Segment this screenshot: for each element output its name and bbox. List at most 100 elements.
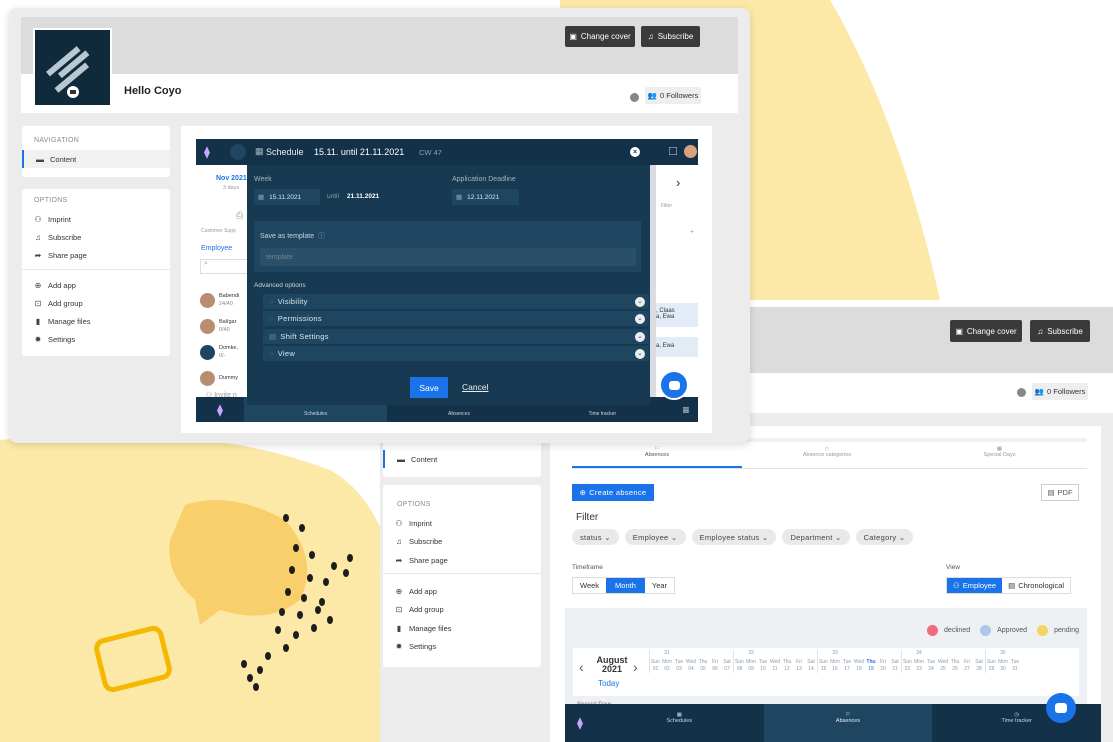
cancel-button[interactable]: Cancel [462, 382, 488, 392]
calendar-day[interactable]: Tue 17 [841, 650, 853, 673]
calendar-day[interactable]: Tue 24 [925, 650, 937, 673]
calendar-day[interactable]: 32 Mon 09 [745, 650, 757, 673]
page-avatar[interactable] [33, 28, 112, 107]
print-icon[interactable]: ⎙ [236, 210, 243, 221]
calendar-day[interactable]: Wed 25 [937, 650, 949, 673]
calendar-day[interactable]: Tue 10 [757, 650, 769, 673]
section-shift-settings[interactable]: ▤ Shift Settings ⌄ [263, 329, 649, 344]
calendar-day[interactable]: Sat 21 [889, 650, 901, 673]
front-opt-share[interactable]: ➦ Share page [22, 246, 87, 264]
week-number [673, 650, 685, 659]
back-subscribe-button[interactable]: ♫ Subscribe [1030, 320, 1090, 342]
calendar-day[interactable]: Sun 29 [985, 650, 997, 673]
view-chronological[interactable]: ▤ Chronological [1002, 578, 1070, 593]
front-opt-add-group[interactable]: ⊡ Add group [22, 294, 83, 312]
back-opt-settings[interactable]: ✹ Settings [383, 637, 436, 655]
gear-icon: ✹ [395, 641, 403, 651]
calendar-day[interactable]: Wed 11 [769, 650, 781, 673]
front-opt-add-app[interactable]: ⊕ Add app [22, 276, 76, 294]
day-number: 13 [796, 666, 802, 672]
calendar-day[interactable]: Sun 01 [649, 650, 661, 673]
tab-absences[interactable]: ⚐ Absences [572, 446, 742, 458]
calendar-day[interactable]: Sat 14 [805, 650, 817, 673]
week-number [781, 650, 793, 659]
week-input[interactable]: ▦ 15.11.2021 [254, 189, 320, 205]
calendar-day[interactable]: Fri 27 [961, 650, 973, 673]
front-subscribe-button[interactable]: ♫ Subscribe [641, 26, 700, 47]
user-avatar[interactable] [684, 145, 697, 158]
prev-month-icon[interactable]: ‹ [579, 659, 584, 675]
calendar-day[interactable]: Tue 31 [1009, 650, 1021, 673]
day-number: 12 [784, 666, 790, 672]
filter-category[interactable]: Category ⌄ [855, 529, 914, 545]
calendar-day[interactable]: Wed 04 [685, 650, 697, 673]
section-visibility[interactable]: ◌ Visibility ⌄ [263, 294, 649, 309]
back-opt-add-app[interactable]: ⊕ Add app [383, 582, 437, 600]
calendar-day[interactable]: Fri 06 [709, 650, 721, 673]
calendar-day[interactable]: Sat 28 [973, 650, 985, 673]
filter-employee[interactable]: Employee ⌄ [624, 529, 686, 545]
modal-close-icon[interactable]: × [630, 147, 640, 157]
calendar-day[interactable]: Thu 26 [949, 650, 961, 673]
template-input[interactable]: template [260, 248, 636, 266]
back-opt-manage-files[interactable]: ▮ Manage files [383, 619, 452, 637]
tab-special-days[interactable]: ▦ Special Days [912, 446, 1087, 458]
back-nav-content[interactable]: ▬ Content [383, 450, 541, 468]
back-chat-button[interactable] [1046, 693, 1076, 723]
section-permissions[interactable]: ◌ Permissions ⌄ [263, 311, 649, 326]
calendar-day[interactable]: 34 Mon 23 [913, 650, 925, 673]
back-opt-add-group[interactable]: ⊡ Add group [383, 600, 444, 618]
calendar-day[interactable]: Wed 18 [853, 650, 865, 673]
front-opt-manage-files[interactable]: ▮ Manage files [22, 312, 91, 330]
tab-absence-categories[interactable]: ◇ Absence categories [742, 446, 912, 458]
calendar-day[interactable]: Thu 12 [781, 650, 793, 673]
calendar-day[interactable]: Tue 03 [673, 650, 685, 673]
calendar-day[interactable]: Fri 20 [877, 650, 889, 673]
back-nav-schedules[interactable]: ▦ Schedules [595, 704, 764, 742]
search-icon[interactable] [230, 144, 246, 160]
next-month-icon[interactable]: › [633, 659, 638, 675]
front-chat-button[interactable] [659, 370, 689, 400]
back-nav-absences[interactable]: ⚐ Absences [763, 704, 933, 742]
view-employee[interactable]: ⚇ Employee [947, 578, 1003, 593]
filter-employee-status[interactable]: Employee status ⌄ [691, 529, 777, 545]
deadline-input[interactable]: ▦ 12.11.2021 [452, 189, 519, 205]
back-opt-share[interactable]: ➦ Share page [383, 551, 448, 569]
save-button[interactable]: Save [410, 377, 448, 398]
timeframe-week[interactable]: Week [573, 578, 606, 593]
front-change-cover-button[interactable]: ▣ Change cover [565, 26, 635, 47]
front-opt-settings[interactable]: ✹ Settings [22, 330, 75, 348]
front-followers-button[interactable]: 👥 0 Followers [645, 87, 701, 104]
calendar-day[interactable]: Thu 05 [697, 650, 709, 673]
pdf-button[interactable]: ▤ PDF [1041, 484, 1079, 501]
front-nav-content[interactable]: ▬ Content [22, 150, 170, 168]
calendar-day[interactable]: Fri 13 [793, 650, 805, 673]
back-opt-imprint[interactable]: ⚇ Imprint [383, 514, 432, 532]
timeframe-year[interactable]: Year [645, 578, 674, 593]
calendar-day[interactable]: Thu 19 [865, 650, 877, 673]
calendar-day[interactable]: 35 Mon 30 [997, 650, 1009, 673]
calendar-day[interactable]: Sun 08 [733, 650, 745, 673]
right-filter-label: Filter [661, 203, 673, 209]
calendar-day[interactable]: 33 Mon 16 [829, 650, 841, 673]
front-opt-imprint[interactable]: ⚇ Imprint [22, 210, 71, 228]
calendar-day[interactable]: 31 Mon 02 [661, 650, 673, 673]
timeframe-month[interactable]: Month [606, 578, 645, 593]
create-absence-button[interactable]: ⊕ Create absence [572, 484, 654, 501]
back-opt-subscribe[interactable]: ♫ Subscribe [383, 532, 442, 550]
bell-icon: ♫ [647, 32, 654, 41]
hamburger-menu-icon[interactable]: ≡ [674, 397, 698, 422]
filter-status[interactable]: status ⌄ [572, 529, 619, 545]
right-plus-icon[interactable]: + [690, 229, 694, 236]
calendar-day[interactable]: Sat 07 [721, 650, 733, 673]
section-view[interactable]: ◌ View ⌄ [263, 346, 649, 361]
chat-outline-icon[interactable]: ☐ [668, 145, 678, 158]
filter-department[interactable]: Department ⌄ [782, 529, 850, 545]
today-button[interactable]: Today [598, 679, 619, 688]
calendar-day[interactable]: Sun 22 [901, 650, 913, 673]
back-followers-button[interactable]: 👥 0 Followers [1032, 383, 1088, 400]
back-change-cover-button[interactable]: ▣ Change cover [950, 320, 1022, 342]
front-opt-subscribe[interactable]: ♫ Subscribe [22, 228, 81, 246]
calendar-day[interactable]: Sun 15 [817, 650, 829, 673]
next-week-icon[interactable]: › [676, 175, 680, 190]
